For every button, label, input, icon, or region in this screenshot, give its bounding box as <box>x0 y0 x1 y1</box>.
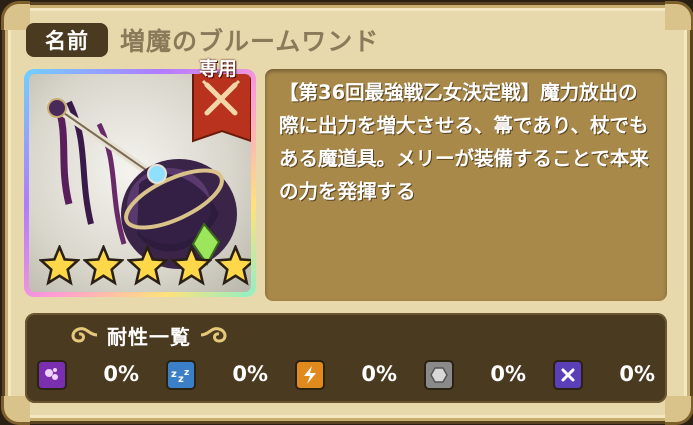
poison-icon <box>37 360 67 390</box>
resistance-value: 0% <box>619 362 655 386</box>
petrify-icon <box>424 360 454 390</box>
resistance-value: 0% <box>361 362 397 386</box>
svg-text:z: z <box>184 368 189 378</box>
resistance-title: 耐性一覧 <box>107 324 191 349</box>
frame-corner <box>1 396 30 425</box>
name-label: 名前 <box>26 23 108 57</box>
svg-text:z: z <box>171 369 177 380</box>
star-icon <box>127 245 168 286</box>
resistance-list: 0% zzz 0% 0% 0% 0% <box>37 358 663 392</box>
resistance-value: 0% <box>103 362 139 386</box>
ornament-icon <box>200 327 227 343</box>
frame-corner <box>665 396 693 425</box>
description-panel: 【第36回最強戦乙女決定戦】魔力放出の際に出力を増大させる、箒であり、杖でもある… <box>265 69 667 301</box>
star-icon <box>171 245 212 286</box>
description-text: 【第36回最強戦乙女決定戦】魔力放出の際に出力を増大させる、箒であり、杖でもある… <box>279 81 649 203</box>
resistance-value: 0% <box>490 362 526 386</box>
paralysis-icon <box>295 360 325 390</box>
exclusive-badge <box>192 74 251 143</box>
frame-corner <box>1 1 30 30</box>
item-portrait <box>24 69 256 297</box>
seal-icon <box>553 360 583 390</box>
ornament-icon <box>71 327 98 343</box>
frame-corner <box>665 1 693 30</box>
rarity-stars <box>39 245 251 286</box>
star-icon <box>39 245 80 286</box>
exclusive-badge-label: 専用 <box>198 58 237 80</box>
star-icon <box>215 245 251 286</box>
resistance-panel: 耐性一覧 0% zzz 0% 0% 0% 0% <box>25 313 667 403</box>
star-icon <box>83 245 124 286</box>
sleep-icon: zzz <box>166 360 196 390</box>
resistance-value: 0% <box>232 362 268 386</box>
resistance-header: 耐性一覧 <box>65 321 233 349</box>
item-name: 増魔のブルームワンド <box>120 27 380 56</box>
